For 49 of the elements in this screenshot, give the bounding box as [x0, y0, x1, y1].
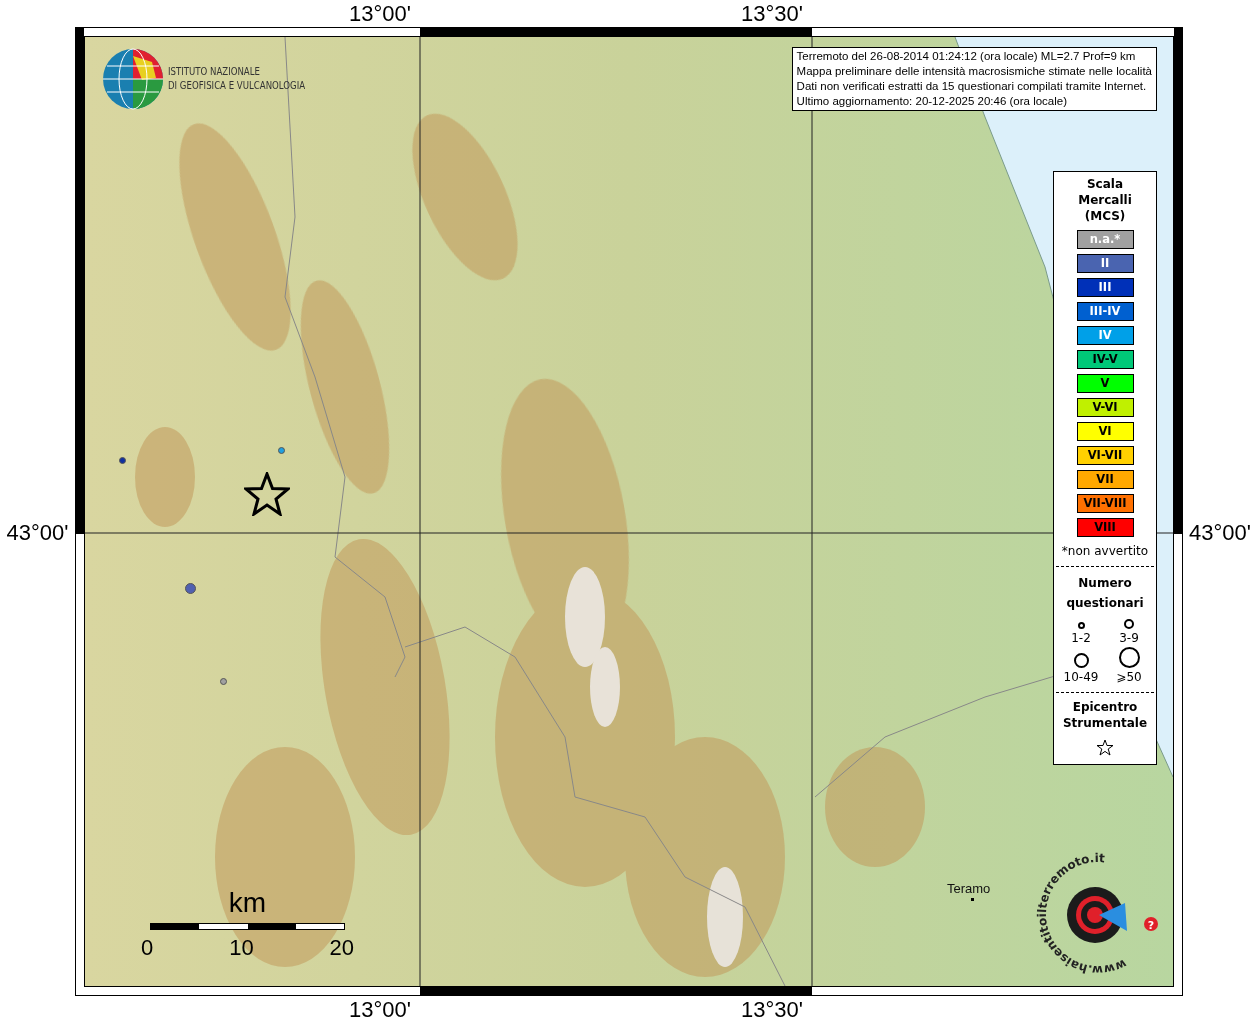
- scale-tick-label: 0: [141, 935, 154, 961]
- intensity-swatch: V-VI: [1076, 398, 1134, 417]
- longitude-label: 13°30': [740, 1, 804, 26]
- epicenter-star-icon: [244, 472, 290, 516]
- longitude-label: 13°30': [740, 997, 804, 1022]
- intensity-swatch: IV-V: [1076, 350, 1134, 369]
- latitude-label: 43°00': [1188, 521, 1252, 547]
- intensity-swatch: VII: [1076, 470, 1134, 489]
- intensity-swatch: VIII: [1076, 518, 1134, 537]
- intensity-swatch: VI: [1076, 422, 1134, 441]
- place-label: Teramo: [947, 881, 991, 896]
- scale-tick-label: 10: [229, 935, 254, 961]
- circle-size-icon: [1077, 622, 1085, 629]
- intensity-swatch: III-IV: [1076, 302, 1134, 321]
- info-line: Terremoto del 26-08-2014 01:24:12 (ora locale) ML=2.7 Prof=9 km: [796, 49, 1137, 64]
- intensity-swatch: VII-VIII: [1076, 494, 1134, 513]
- intensity-swatch: IV: [1076, 326, 1134, 345]
- intensity-swatch: II: [1076, 254, 1134, 273]
- star-icon: [1096, 739, 1114, 756]
- count-label: ⩾50: [1116, 670, 1142, 684]
- intensity-swatch: III: [1076, 278, 1134, 297]
- intensity-swatch: n.a.*: [1076, 230, 1134, 249]
- info-line: Mappa preliminare delle intensità macrosismiche stimate nelle località: [796, 64, 1152, 79]
- legend-title: (MCS): [1084, 208, 1126, 224]
- legend-footnote: *non avvertito: [1061, 544, 1149, 558]
- legend-title: questionari: [1066, 595, 1144, 612]
- scale-tick-label: 20: [329, 935, 354, 961]
- institute-name: ISTITUTO NAZIONALE: [168, 65, 261, 79]
- count-label: 10-49: [1063, 670, 1099, 684]
- intensity-swatch: V: [1076, 374, 1134, 393]
- circle-size-icon: [1118, 647, 1140, 668]
- globe-logo-icon: [102, 48, 164, 110]
- count-label: 1-2: [1071, 631, 1091, 645]
- count-label: 3-9: [1119, 631, 1139, 645]
- info-line: Ultimo aggiornamento: 20-12-2025 20:46 (ora locale): [796, 94, 1069, 109]
- legend-title: Numero: [1078, 575, 1132, 592]
- circle-size-icon: [1124, 619, 1134, 629]
- legend-title: Epicentro: [1072, 699, 1138, 715]
- longitude-label: 13°00': [348, 997, 412, 1022]
- longitude-label: 13°00': [348, 1, 412, 26]
- latitude-label: 43°00': [5, 521, 70, 547]
- legend-title: Strumentale: [1062, 715, 1148, 731]
- circle-size-icon: [1073, 653, 1089, 668]
- institute-name: DI GEOFISICA E VULCANOLOGIA: [168, 79, 306, 93]
- info-line: Dati non verificati estratti da 15 questionari compilati tramite Internet.: [796, 79, 1148, 94]
- intensity-swatch: VI-VII: [1076, 446, 1134, 465]
- legend-title: Mercalli: [1078, 192, 1132, 208]
- scale-unit: km: [228, 887, 267, 919]
- legend-title: Scala: [1086, 176, 1124, 192]
